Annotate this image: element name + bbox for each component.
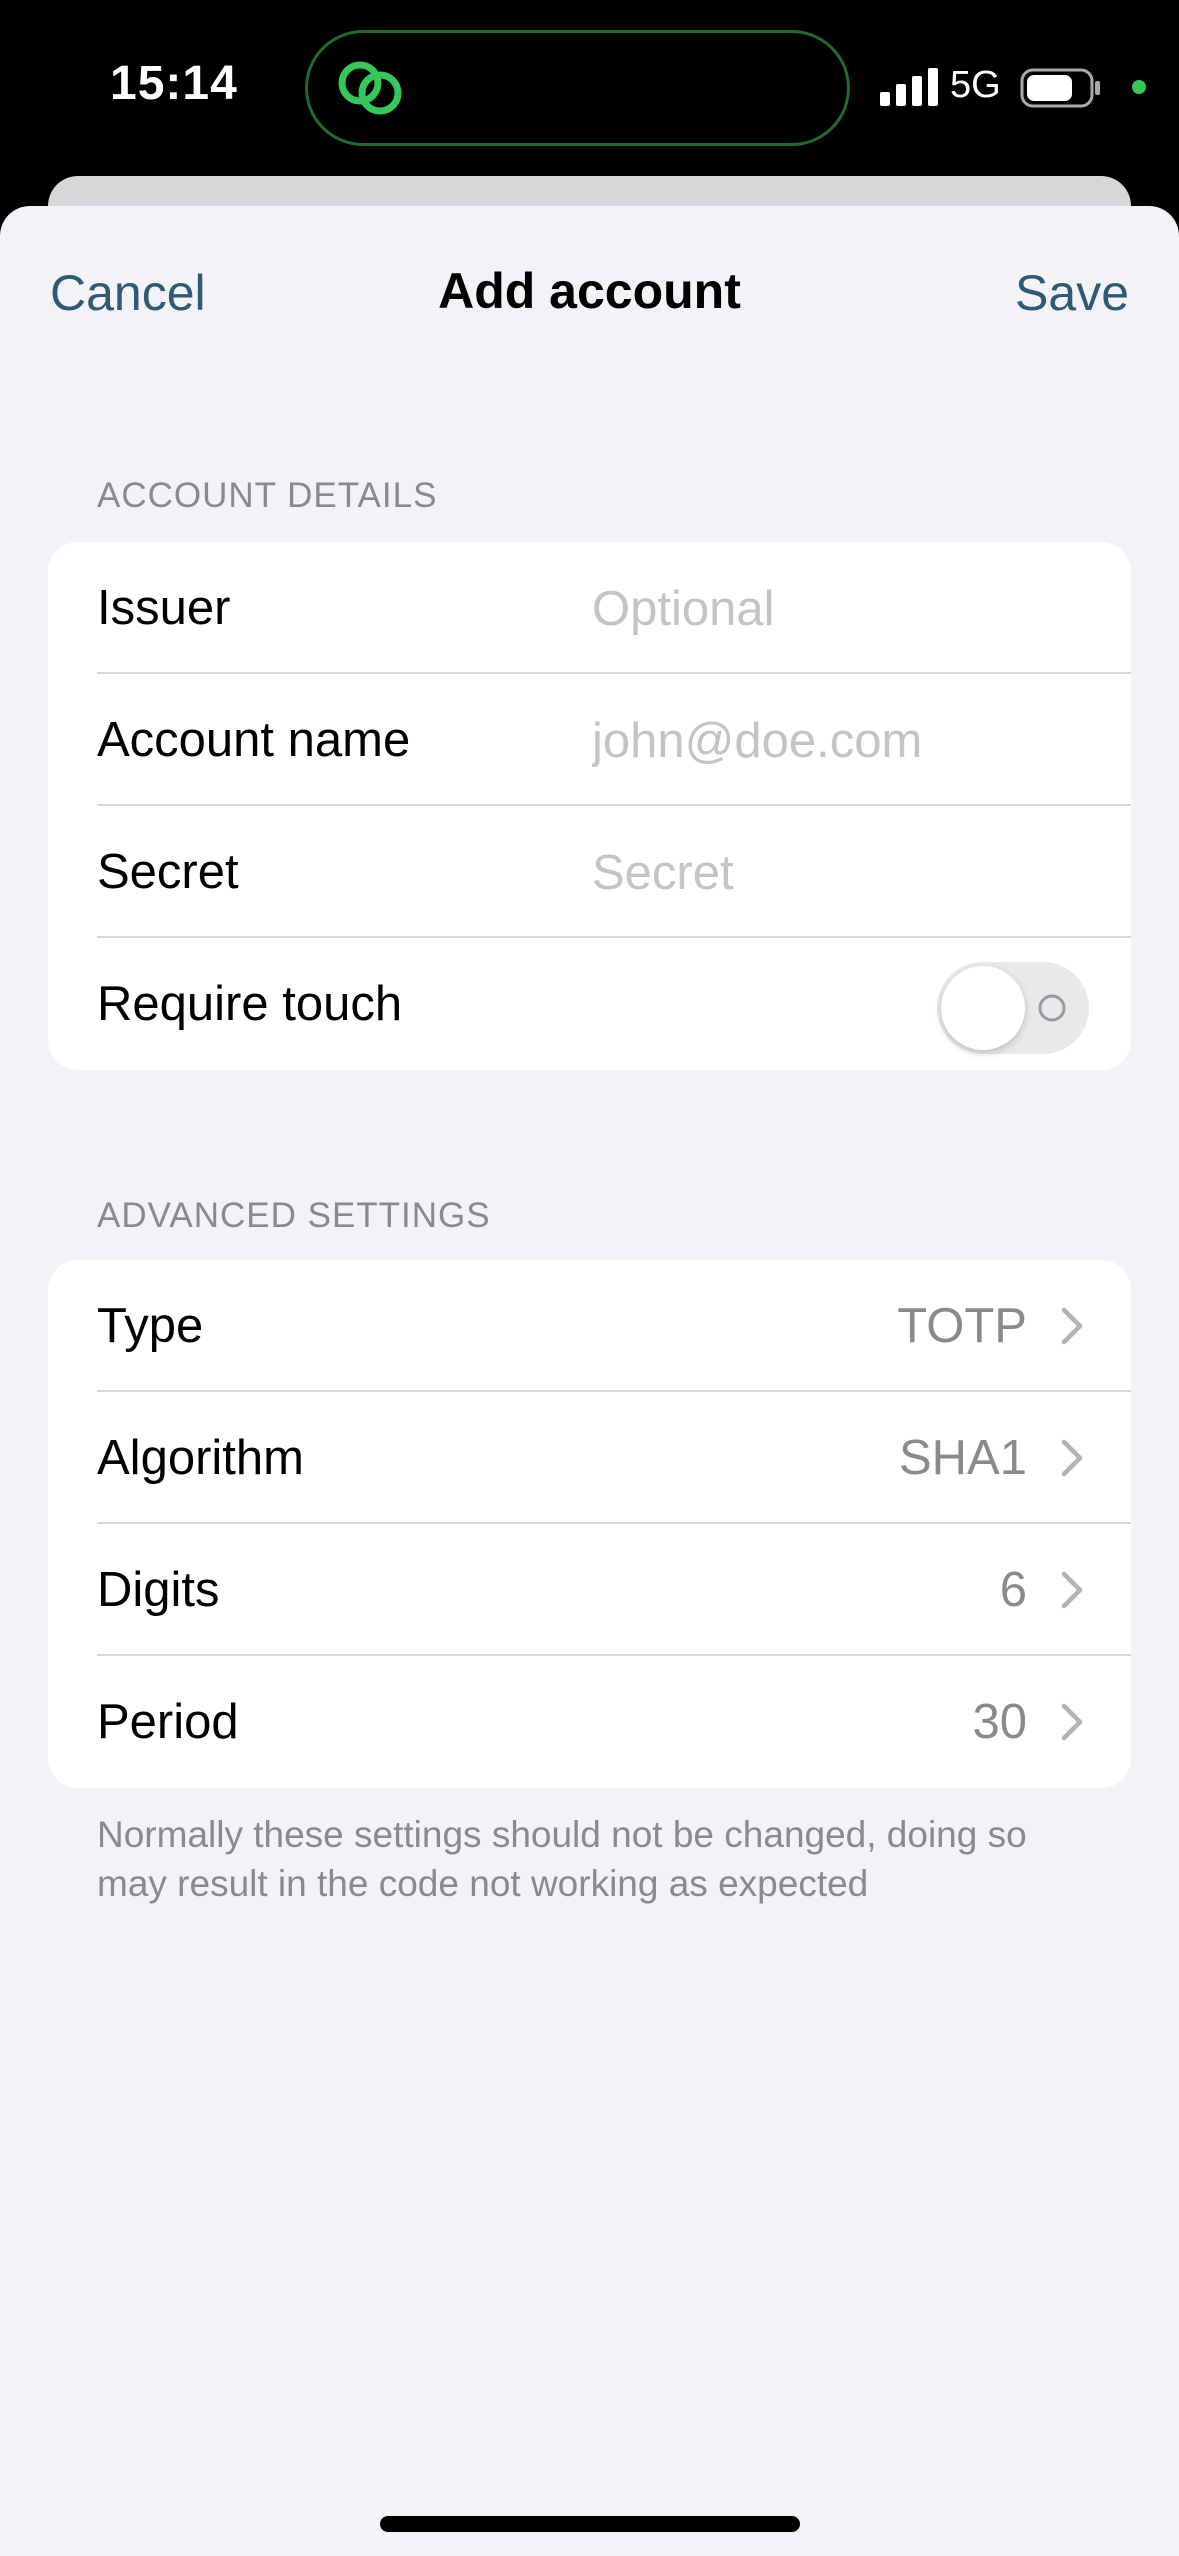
issuer-label: Issuer bbox=[97, 581, 231, 635]
home-indicator[interactable] bbox=[380, 2516, 800, 2532]
status-time: 15:14 bbox=[110, 57, 238, 110]
battery-icon bbox=[1020, 68, 1100, 108]
cancel-button[interactable]: Cancel bbox=[50, 264, 206, 322]
section-header-account-details: ACCOUNT DETAILS bbox=[97, 476, 438, 515]
secret-input[interactable] bbox=[590, 806, 1094, 940]
period-label: Period bbox=[97, 1695, 239, 1749]
section-header-advanced-settings: ADVANCED SETTINGS bbox=[97, 1196, 491, 1235]
issuer-row: Issuer bbox=[48, 542, 1131, 676]
require-touch-row: Require touch bbox=[48, 938, 1131, 1070]
account-name-row: Account name bbox=[48, 674, 1131, 808]
digits-label: Digits bbox=[97, 1563, 220, 1617]
network-type: 5G bbox=[950, 64, 1001, 106]
secret-row: Secret bbox=[48, 806, 1131, 940]
type-value: TOTP bbox=[897, 1299, 1027, 1353]
issuer-input[interactable] bbox=[590, 542, 1094, 676]
secret-label: Secret bbox=[97, 845, 239, 899]
status-bar: 15:14 5G bbox=[0, 0, 1179, 180]
type-label: Type bbox=[97, 1299, 204, 1353]
cellular-signal-icon bbox=[880, 68, 938, 106]
toggle-off-icon bbox=[1038, 994, 1066, 1022]
digits-row[interactable]: Digits 6 bbox=[48, 1524, 1131, 1656]
toggle-knob bbox=[941, 966, 1025, 1050]
period-value: 30 bbox=[972, 1695, 1027, 1749]
advanced-settings-footer-note: Normally these settings should not be ch… bbox=[97, 1814, 1027, 1904]
digits-value: 6 bbox=[999, 1563, 1027, 1617]
advanced-settings-group: Type TOTP Algorithm SHA1 Digits 6 Period… bbox=[48, 1260, 1131, 1788]
chevron-right-icon bbox=[1061, 1571, 1083, 1609]
add-account-sheet: Add account Cancel Save ACCOUNT DETAILS … bbox=[0, 206, 1179, 2556]
chevron-right-icon bbox=[1061, 1703, 1083, 1741]
chevron-right-icon bbox=[1061, 1439, 1083, 1477]
period-row[interactable]: Period 30 bbox=[48, 1656, 1131, 1788]
account-details-group: Issuer Account name Secret Require touch bbox=[48, 542, 1131, 1070]
save-button[interactable]: Save bbox=[1015, 264, 1129, 322]
require-touch-label: Require touch bbox=[97, 977, 403, 1031]
account-name-input[interactable] bbox=[590, 674, 1094, 808]
privacy-indicator-dot bbox=[1132, 80, 1146, 94]
chevron-right-icon bbox=[1061, 1307, 1083, 1345]
algorithm-row[interactable]: Algorithm SHA1 bbox=[48, 1392, 1131, 1524]
algorithm-value: SHA1 bbox=[898, 1431, 1027, 1485]
dynamic-island[interactable] bbox=[305, 30, 850, 146]
link-rings-icon bbox=[338, 61, 402, 115]
require-touch-toggle[interactable] bbox=[937, 962, 1089, 1054]
type-row[interactable]: Type TOTP bbox=[48, 1260, 1131, 1392]
account-name-label: Account name bbox=[97, 713, 411, 767]
algorithm-label: Algorithm bbox=[97, 1431, 304, 1485]
